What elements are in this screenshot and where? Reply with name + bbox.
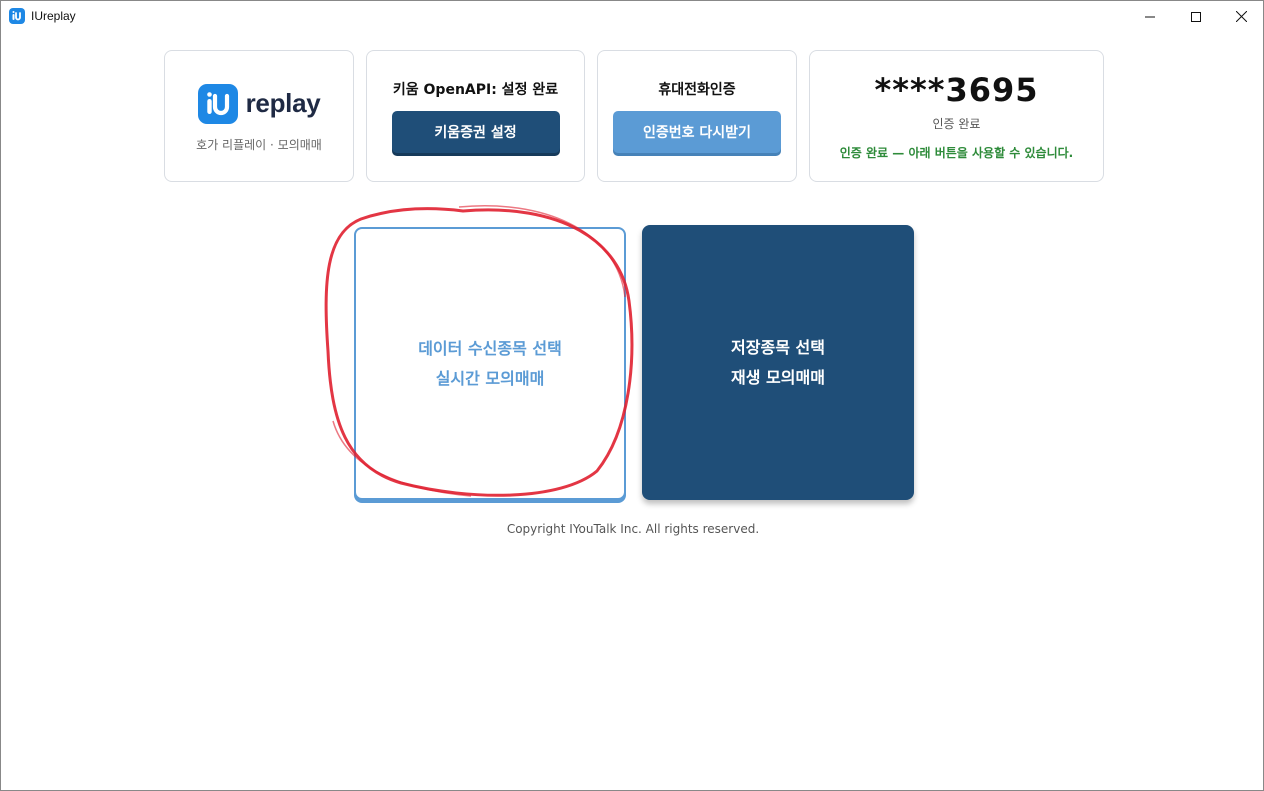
auth-status-label: 인증 완료 xyxy=(932,117,981,131)
window-title: IUreplay xyxy=(31,9,76,23)
logo-wordmark: replay xyxy=(245,88,321,118)
resend-code-button[interactable]: 인증번호 다시받기 xyxy=(613,111,781,153)
kiwoom-status-title: 키움 OpenAPI: 설정 완료 xyxy=(392,82,559,98)
kiwoom-card: 키움 OpenAPI: 설정 완료 키움증권 설정 xyxy=(366,50,585,182)
phone-auth-title: 휴대전화인증 xyxy=(658,82,736,98)
maximize-icon[interactable] xyxy=(1173,1,1219,32)
copyright-text: Copyright IYouTalk Inc. All rights reser… xyxy=(506,522,760,536)
auth-status-card: ****3695 인증 완료 인증 완료 — 아래 버튼을 사용할 수 있습니다… xyxy=(809,50,1104,182)
app-icon xyxy=(9,8,25,24)
close-icon[interactable] xyxy=(1218,1,1264,32)
phone-auth-card: 휴대전화인증 인증번호 다시받기 xyxy=(597,50,797,182)
replay-trading-button[interactable]: 저장종목 선택 재생 모의매매 xyxy=(642,225,914,500)
masked-phone-number: ****3695 xyxy=(874,71,1039,109)
realtime-button-line1: 데이터 수신종목 선택 xyxy=(418,338,562,358)
replay-button-line2: 재생 모의매매 xyxy=(731,367,825,387)
kiwoom-settings-button[interactable]: 키움증권 설정 xyxy=(391,111,560,153)
iu-logo-icon xyxy=(197,83,238,124)
logo-card: replay 호가 리플레이 · 모의매매 xyxy=(164,50,354,182)
minimize-icon[interactable] xyxy=(1127,1,1173,32)
realtime-button-line2: 실시간 모의매매 xyxy=(435,368,545,388)
auth-success-message: 인증 완료 — 아래 버튼을 사용할 수 있습니다. xyxy=(839,146,1074,160)
logo-subtitle: 호가 리플레이 · 모의매매 xyxy=(196,137,322,152)
realtime-trading-button[interactable]: 데이터 수신종목 선택 실시간 모의매매 xyxy=(354,227,626,500)
replay-button-line1: 저장종목 선택 xyxy=(731,337,825,357)
title-bar: IUreplay xyxy=(1,1,1263,32)
logo: replay xyxy=(197,83,321,124)
